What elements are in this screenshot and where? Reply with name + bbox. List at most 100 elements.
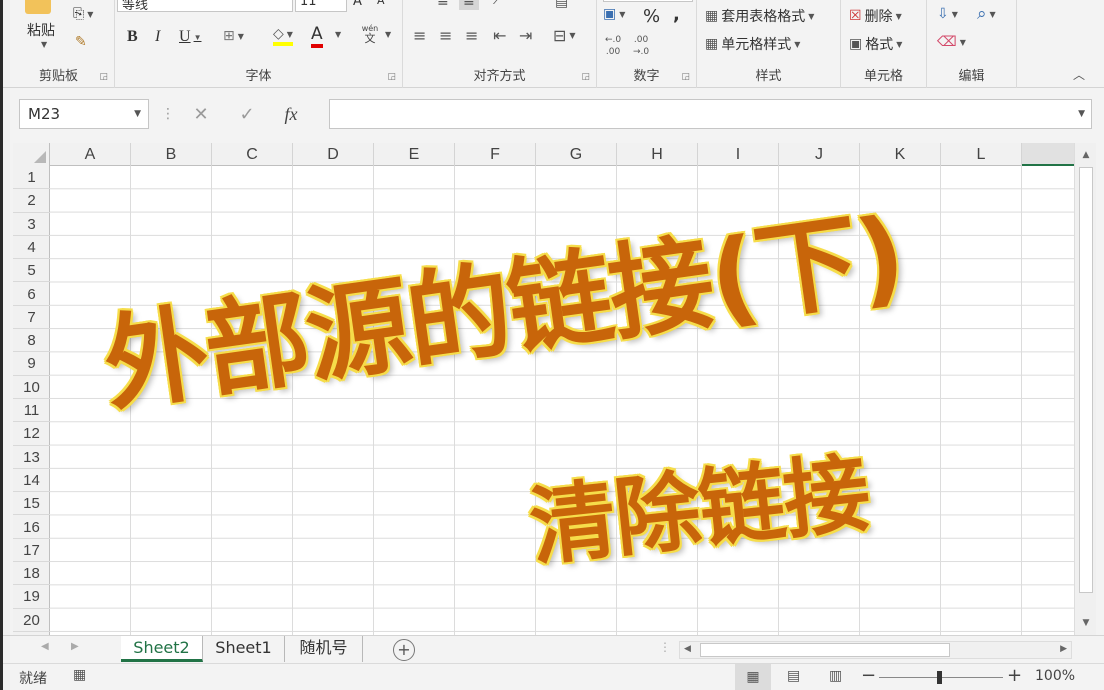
- column-header-m[interactable]: M: [1022, 143, 1074, 166]
- column-header-c[interactable]: C: [212, 143, 293, 166]
- zoom-level[interactable]: 100%: [1035, 668, 1075, 684]
- row-header-17[interactable]: 17: [13, 539, 50, 563]
- column-header-b[interactable]: B: [131, 143, 212, 166]
- name-box[interactable]: M23 ▼: [19, 99, 149, 129]
- horizontal-scrollbar[interactable]: ◀ ▶: [679, 641, 1072, 659]
- italic-button[interactable]: I: [155, 28, 160, 46]
- more-options-icon[interactable]: ⋮: [159, 106, 177, 122]
- orientation-icon[interactable]: ⟋: [493, 0, 503, 8]
- align-center-icon[interactable]: ≡: [439, 26, 452, 45]
- row-header-1[interactable]: 1: [13, 166, 50, 190]
- row-header-15[interactable]: 15: [13, 492, 50, 516]
- align-top-icon[interactable]: ≡: [437, 0, 449, 10]
- row-header-19[interactable]: 19: [13, 585, 50, 609]
- formula-input[interactable]: ▼: [329, 99, 1092, 129]
- format-as-table-button[interactable]: ▦ 套用表格格式 ▼: [705, 6, 814, 26]
- add-sheet-icon[interactable]: +: [393, 639, 415, 661]
- percent-button[interactable]: %: [643, 6, 660, 27]
- scroll-right-icon[interactable]: ▶: [1060, 644, 1067, 654]
- delete-button[interactable]: ☒ 删除 ▼: [849, 6, 902, 26]
- sheet-tab-random[interactable]: 随机号: [285, 636, 363, 662]
- grow-font-icon[interactable]: A: [353, 0, 362, 9]
- bold-button[interactable]: B: [127, 28, 138, 46]
- cancel-icon[interactable]: ✕: [177, 104, 225, 125]
- row-header-5[interactable]: 5: [13, 259, 50, 283]
- font-launcher-icon[interactable]: ◲: [387, 72, 396, 82]
- border-icon[interactable]: ⊞ ▼: [223, 28, 244, 44]
- phonetic-icon[interactable]: wén 文: [361, 24, 379, 44]
- tab-splitter-icon[interactable]: ⋮: [659, 640, 671, 654]
- next-sheet-icon[interactable]: ▶: [71, 641, 79, 652]
- fill-color-icon[interactable]: ◇ ▼: [273, 26, 293, 46]
- comma-button[interactable]: ,: [673, 4, 680, 25]
- macro-record-icon[interactable]: ▦: [73, 667, 86, 683]
- zoom-slider[interactable]: [879, 671, 1003, 684]
- vertical-scrollbar[interactable]: ▲ ▼: [1074, 143, 1096, 635]
- number-format-box[interactable]: [603, 0, 693, 2]
- horizontal-scroll-thumb[interactable]: [700, 643, 950, 657]
- column-header-e[interactable]: E: [374, 143, 455, 166]
- paste-icon[interactable]: [25, 0, 51, 14]
- font-color-button[interactable]: A: [311, 24, 323, 48]
- row-header-9[interactable]: 9: [13, 352, 50, 376]
- row-header-11[interactable]: 11: [13, 399, 50, 423]
- row-header-8[interactable]: 8: [13, 329, 50, 353]
- merge-center-icon[interactable]: ⊟ ▼: [553, 26, 576, 45]
- align-left-icon[interactable]: ≡: [413, 26, 426, 45]
- row-header-18[interactable]: 18: [13, 562, 50, 586]
- collapse-ribbon-icon[interactable]: ︿: [1073, 66, 1085, 83]
- align-middle-icon[interactable]: ≡: [459, 0, 479, 10]
- column-header-i[interactable]: I: [698, 143, 779, 166]
- clipboard-launcher-icon[interactable]: ◲: [99, 72, 108, 82]
- decrease-decimal-icon[interactable]: .00 →.0: [633, 36, 649, 57]
- sheet-tab-sheet2[interactable]: Sheet2: [121, 636, 203, 662]
- zoom-out-icon[interactable]: −: [861, 665, 876, 686]
- format-painter-icon[interactable]: ✎: [75, 34, 87, 50]
- scroll-up-icon[interactable]: ▲: [1078, 147, 1094, 163]
- paste-button[interactable]: 粘贴: [27, 20, 55, 40]
- phonetic-dropdown[interactable]: ▼: [385, 30, 391, 39]
- normal-view-icon[interactable]: ▦: [735, 664, 771, 690]
- row-header-3[interactable]: 3: [13, 213, 50, 236]
- prev-sheet-icon[interactable]: ◀: [41, 641, 49, 652]
- row-header-20[interactable]: 20: [13, 609, 50, 632]
- font-size-box[interactable]: 11: [295, 0, 347, 12]
- underline-button[interactable]: U ▼: [179, 28, 201, 46]
- format-button[interactable]: ▣ 格式 ▼: [849, 34, 902, 54]
- font-name-box[interactable]: 等线: [117, 0, 293, 13]
- decrease-indent-icon[interactable]: ⇤: [493, 26, 506, 45]
- enter-icon[interactable]: ✓: [225, 104, 269, 125]
- column-header-a[interactable]: A: [50, 143, 131, 166]
- clear-icon[interactable]: ⌫ ▼: [937, 34, 966, 50]
- copy-icon[interactable]: ⎘ ▼: [73, 6, 93, 22]
- scroll-down-icon[interactable]: ▼: [1078, 615, 1094, 631]
- column-header-g[interactable]: G: [536, 143, 617, 166]
- find-icon[interactable]: ⌕ ▼: [977, 4, 996, 24]
- row-header-14[interactable]: 14: [13, 469, 50, 493]
- wrap-text-icon[interactable]: ▤: [555, 0, 568, 10]
- page-break-view-icon[interactable]: ▥: [829, 668, 842, 684]
- cell-styles-button[interactable]: ▦ 单元格样式 ▼: [705, 34, 800, 54]
- row-header-2[interactable]: 2: [13, 189, 50, 213]
- expand-formula-icon[interactable]: ▼: [1078, 109, 1085, 119]
- column-header-j[interactable]: J: [779, 143, 860, 166]
- column-header-f[interactable]: F: [455, 143, 536, 166]
- column-header-h[interactable]: H: [617, 143, 698, 166]
- row-header-12[interactable]: 12: [13, 422, 50, 446]
- row-header-10[interactable]: 10: [13, 376, 50, 399]
- cell-area[interactable]: [50, 166, 1074, 635]
- select-all-button[interactable]: [13, 143, 50, 166]
- vertical-scroll-thumb[interactable]: [1079, 167, 1093, 593]
- align-right-icon[interactable]: ≡: [465, 26, 478, 45]
- number-launcher-icon[interactable]: ◲: [681, 72, 690, 82]
- scroll-left-icon[interactable]: ◀: [684, 644, 691, 654]
- alignment-launcher-icon[interactable]: ◲: [581, 72, 590, 82]
- shrink-font-icon[interactable]: A: [377, 0, 385, 7]
- row-header-4[interactable]: 4: [13, 236, 50, 260]
- insert-function-button[interactable]: fx: [269, 104, 313, 125]
- zoom-slider-thumb[interactable]: [937, 671, 942, 684]
- row-header-16[interactable]: 16: [13, 516, 50, 539]
- column-header-k[interactable]: K: [860, 143, 941, 166]
- fill-icon[interactable]: ⇩ ▼: [937, 6, 958, 22]
- row-header-6[interactable]: 6: [13, 283, 50, 306]
